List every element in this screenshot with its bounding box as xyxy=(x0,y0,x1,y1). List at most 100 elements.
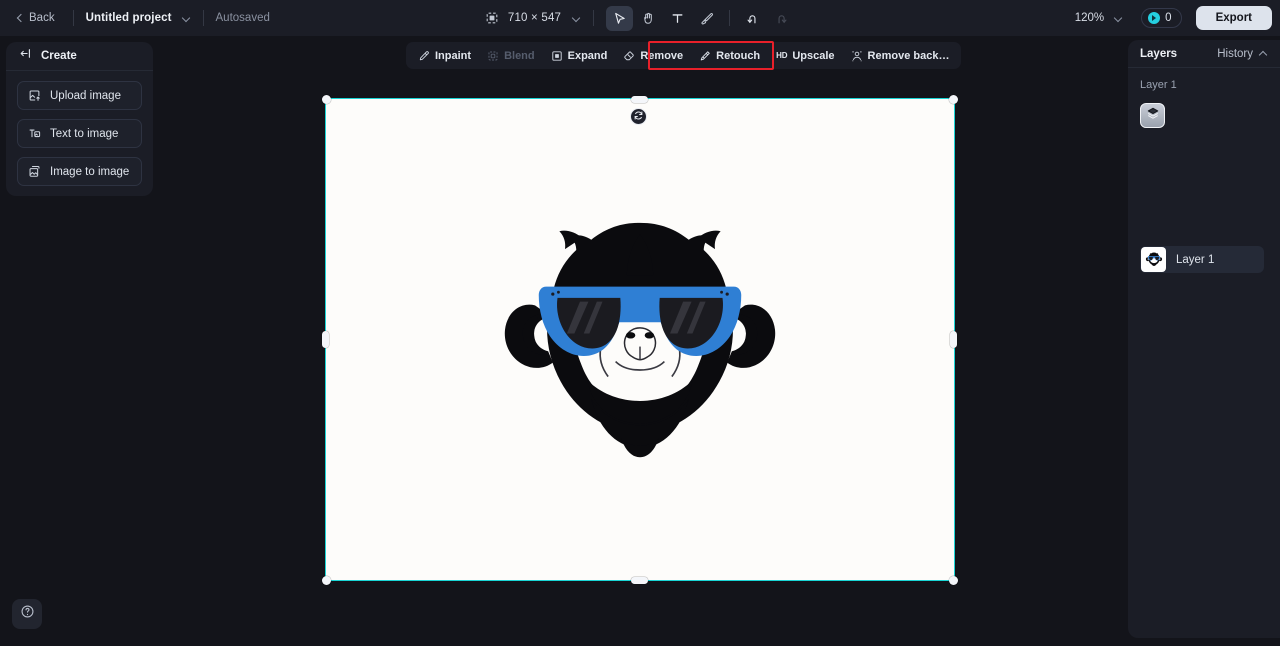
layers-panel-header: Layers History xyxy=(1128,40,1280,68)
blend-label: Blend xyxy=(504,49,535,62)
image-to-image-button[interactable]: Image to image xyxy=(17,157,142,186)
create-panel-title: Create xyxy=(41,50,77,62)
text-tool[interactable] xyxy=(664,6,691,31)
monkey-sunglasses-svg xyxy=(504,222,776,457)
chevron-down-icon[interactable] xyxy=(572,14,581,23)
divider xyxy=(729,10,731,26)
chevron-left-icon xyxy=(16,14,24,22)
text-t-icon xyxy=(670,11,685,26)
layers-panel-title: Layers xyxy=(1140,47,1178,60)
undo-button[interactable] xyxy=(739,6,766,31)
autosaved-status: Autosaved xyxy=(215,12,270,24)
rotate-handle[interactable] xyxy=(630,108,647,125)
resize-handle-bottom-center[interactable] xyxy=(631,577,648,584)
text-to-image-icon xyxy=(28,127,41,140)
image-size-icon xyxy=(485,11,499,25)
layer-list-item-label: Layer 1 xyxy=(1176,253,1215,266)
redo-button[interactable] xyxy=(768,6,795,31)
expand-label: Expand xyxy=(567,49,608,62)
inpaint-label: Inpaint xyxy=(435,49,472,62)
resize-handle-top-left[interactable] xyxy=(322,95,331,104)
rotate-icon xyxy=(633,108,644,126)
upscale-label: Upscale xyxy=(792,49,835,62)
text-to-image-label: Text to image xyxy=(50,127,119,140)
image-to-image-icon xyxy=(28,165,41,178)
back-button[interactable]: Back xyxy=(10,8,61,28)
resize-handle-top-center[interactable] xyxy=(631,96,648,103)
help-button[interactable] xyxy=(12,599,42,629)
question-mark-circle-icon xyxy=(20,604,35,624)
layers-panel: Layers History Layer 1 xyxy=(1128,40,1280,638)
blend-button[interactable]: Blend xyxy=(479,45,543,67)
project-title: Untitled project xyxy=(85,12,172,24)
undo-arrow-icon xyxy=(745,11,760,26)
upscale-button[interactable]: HD Upscale xyxy=(768,45,842,67)
history-toggle[interactable]: History xyxy=(1217,48,1268,60)
layer-thumbnail xyxy=(1141,247,1166,272)
artwork-monkey-with-blue-sunglasses[interactable] xyxy=(326,99,954,580)
brush-tool[interactable] xyxy=(693,6,720,31)
canvas-area[interactable] xyxy=(0,36,1128,646)
remove-background-button[interactable]: Remove back… xyxy=(843,45,958,67)
credits-count: 0 xyxy=(1165,12,1172,24)
back-button-label: Back xyxy=(29,12,55,24)
history-label: History xyxy=(1217,47,1253,60)
export-button[interactable]: Export xyxy=(1195,6,1272,30)
top-bar: Back Untitled project Autosaved 710 × 54… xyxy=(0,0,1280,36)
create-panel-items: Upload image Text to image Image to imag… xyxy=(6,71,153,186)
upload-image-button[interactable]: Upload image xyxy=(17,81,142,110)
remove-background-icon xyxy=(851,50,863,62)
cursor-arrow-icon xyxy=(612,11,627,26)
top-bar-left: Back Untitled project Autosaved xyxy=(0,0,270,36)
retouch-label: Retouch xyxy=(716,49,761,62)
canvas-size-control[interactable]: 710 × 547 xyxy=(485,11,581,25)
blend-icon xyxy=(487,50,499,62)
eraser-icon xyxy=(623,50,635,62)
chevron-down-icon[interactable] xyxy=(1114,14,1123,23)
layer-group: Layer 1 xyxy=(1128,68,1280,128)
pan-tool[interactable] xyxy=(635,6,662,31)
text-to-image-button[interactable]: Text to image xyxy=(17,119,142,148)
retouch-button[interactable]: Retouch xyxy=(691,45,768,67)
tool-group xyxy=(606,5,795,31)
chevron-up-icon xyxy=(1259,49,1268,58)
hand-icon xyxy=(641,11,656,26)
divider xyxy=(202,10,204,26)
resize-handle-bottom-right[interactable] xyxy=(949,576,958,585)
remove-background-label: Remove back… xyxy=(867,49,950,62)
image-to-image-label: Image to image xyxy=(50,165,130,178)
app-root: Back Untitled project Autosaved 710 × 54… xyxy=(0,0,1280,646)
divider xyxy=(593,10,595,26)
layer-list-item[interactable]: Layer 1 xyxy=(1140,246,1264,273)
resize-handle-middle-left[interactable] xyxy=(322,331,329,348)
divider xyxy=(72,10,74,26)
inpaint-wand-icon xyxy=(418,50,430,62)
zoom-level-label: 120% xyxy=(1074,12,1105,24)
select-tool[interactable] xyxy=(606,5,634,31)
zoom-control[interactable]: 120% xyxy=(1069,8,1127,28)
redo-arrow-icon xyxy=(774,11,789,26)
remove-button[interactable]: Remove xyxy=(615,45,691,67)
paintbrush-icon xyxy=(699,11,714,26)
monkey-sunglasses-thumbnail xyxy=(1145,252,1162,266)
upload-image-label: Upload image xyxy=(50,89,121,102)
chevron-down-icon[interactable] xyxy=(182,14,191,23)
top-bar-right: 120% 0 Export xyxy=(1069,0,1272,36)
resize-handle-bottom-left[interactable] xyxy=(322,576,331,585)
create-panel-header: Create xyxy=(6,42,153,71)
expand-button[interactable]: Expand xyxy=(543,45,616,67)
inpaint-button[interactable]: Inpaint xyxy=(410,45,479,67)
artboard[interactable] xyxy=(325,98,955,581)
credit-coin-icon xyxy=(1148,12,1161,24)
collapse-panel-icon[interactable] xyxy=(19,47,32,65)
hd-badge-icon: HD xyxy=(776,50,788,60)
action-toolbar: Inpaint Blend Expand Remove Retouch HD U… xyxy=(406,42,962,69)
canvas-size-label: 710 × 547 xyxy=(507,12,562,24)
resize-handle-top-right[interactable] xyxy=(949,95,958,104)
credits-badge[interactable]: 0 xyxy=(1141,8,1182,28)
remove-label: Remove xyxy=(640,49,684,62)
retouch-wand-icon xyxy=(699,50,711,62)
resize-handle-middle-right[interactable] xyxy=(950,331,957,348)
layer-group-thumbnail[interactable] xyxy=(1140,103,1165,128)
upload-image-icon xyxy=(28,89,41,102)
